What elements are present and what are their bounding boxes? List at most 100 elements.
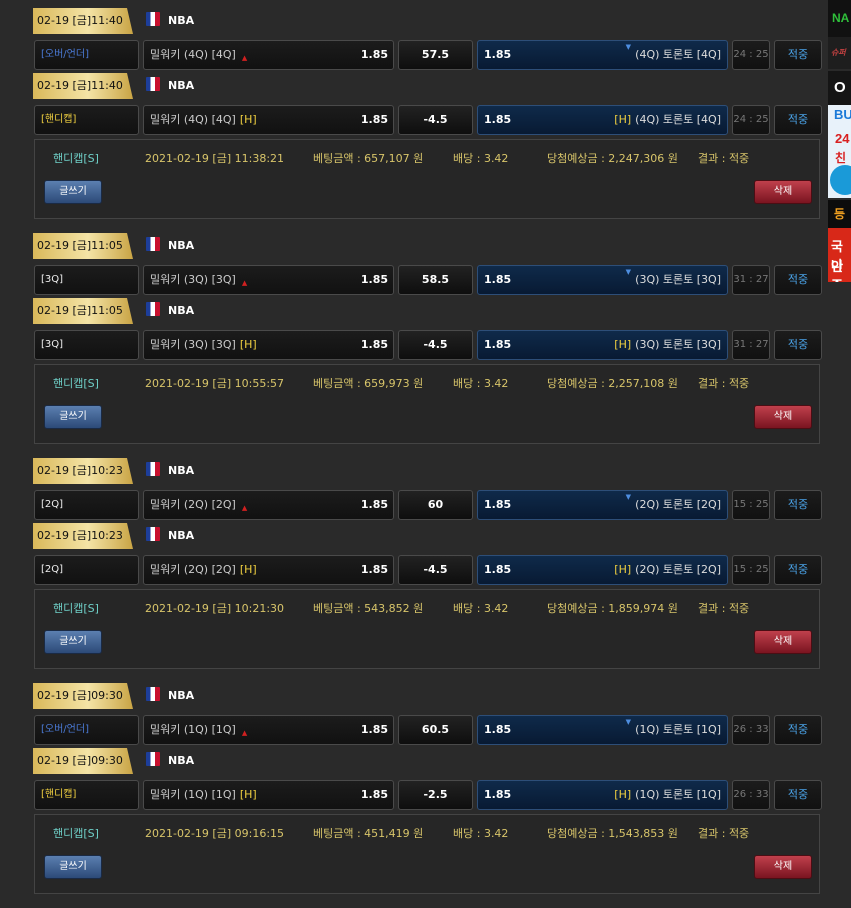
result-status: 적중: [774, 780, 822, 810]
away-team-cell[interactable]: 1.85 [H] (1Q) 토론토 [1Q]: [477, 780, 728, 810]
summary-result: 결과 : 적중: [698, 377, 750, 390]
side-banner-2-text: 슈퍼: [831, 48, 846, 57]
write-button[interactable]: 글쓰기: [44, 180, 102, 204]
home-team-name: 밀워키 (3Q) [3Q]: [150, 338, 236, 351]
away-team-name: (2Q) 토론토 [2Q]: [635, 498, 721, 511]
delete-button[interactable]: 삭제: [754, 180, 812, 204]
home-team-cell[interactable]: 밀워키 (2Q) [2Q] ▲ 1.85: [143, 490, 394, 520]
away-odds: 1.85: [484, 788, 512, 801]
side-banner-4[interactable]: BU 24 친추: [828, 105, 851, 198]
league-label: NBA: [146, 752, 194, 770]
away-team-label: [H] (3Q) 토론토 [3Q]: [614, 331, 721, 359]
bet-group: 02-19 [금]11:40 NBA [오버/언더] 밀워키 (4Q) [4Q] ▲ 1.…: [0, 8, 851, 233]
home-team-name: 밀워키 (2Q) [2Q]: [150, 563, 236, 576]
bet-group: 02-19 [금]11:05 NBA [3Q] 밀워키 (3Q) [3Q] ▲ 1.85 5…: [0, 233, 851, 458]
bet-type-cell: [오버/언더]: [34, 715, 139, 745]
league-name: NBA: [168, 14, 195, 27]
away-team-cell[interactable]: 1.85 [H] (2Q) 토론토 [2Q]: [477, 555, 728, 585]
home-team-cell[interactable]: 밀워키 (4Q) [4Q] ▲ 1.85: [143, 40, 394, 70]
home-odds: 1.85: [360, 498, 388, 511]
game-time: 31 : 27: [732, 265, 770, 295]
handicap-marker: [H]: [614, 338, 632, 351]
summary-odds: 배당 : 3.42: [453, 602, 509, 615]
away-team-cell[interactable]: 1.85 [H] (4Q) 토론토 [4Q]: [477, 105, 728, 135]
write-button[interactable]: 글쓰기: [44, 630, 102, 654]
up-arrow-icon: ▲: [241, 729, 248, 737]
handicap-marker: [H]: [614, 788, 632, 801]
summary-datetime: 2021-02-19 [금] 09:16:15: [145, 827, 285, 840]
summary-datetime: 2021-02-19 [금] 11:38:21: [145, 152, 285, 165]
delete-button[interactable]: 삭제: [754, 630, 812, 654]
delete-button[interactable]: 삭제: [754, 405, 812, 429]
line-value[interactable]: -4.5: [398, 330, 473, 360]
away-team-cell[interactable]: 1.85 ▼ (4Q) 토론토 [4Q]: [477, 40, 728, 70]
side-banner-1[interactable]: NA: [828, 0, 851, 37]
game-time: 24 : 25: [732, 40, 770, 70]
game-date-badge: 02-19 [금]11:40: [33, 73, 133, 99]
bet-summary: 핸디캡[S] 2021-02-19 [금] 09:16:15 베팅금액 : 451,…: [34, 814, 820, 894]
summary-datetime: 2021-02-19 [금] 10:55:57: [145, 377, 285, 390]
home-team-cell[interactable]: 밀워키 (4Q) [4Q] [H] 1.85: [143, 105, 394, 135]
game-date-badge: 02-19 [금]11:40: [33, 8, 133, 34]
side-banner-6[interactable]: 국나 인증: [828, 228, 851, 282]
away-team-name: (4Q) 토론토 [4Q]: [635, 48, 721, 61]
away-odds: 1.85: [484, 273, 512, 286]
away-team-name: (3Q) 토론토 [3Q]: [635, 273, 721, 286]
home-team-cell[interactable]: 밀워키 (3Q) [3Q] ▲ 1.85: [143, 265, 394, 295]
away-team-label: [H] (1Q) 토론토 [1Q]: [614, 781, 721, 809]
away-team-cell[interactable]: 1.85 [H] (3Q) 토론토 [3Q]: [477, 330, 728, 360]
up-arrow-icon: ▲: [241, 279, 248, 287]
down-arrow-icon: ▼: [625, 268, 631, 276]
delete-button[interactable]: 삭제: [754, 855, 812, 879]
bet-summary: 핸디캡[S] 2021-02-19 [금] 10:55:57 베팅금액 : 659,…: [34, 364, 820, 444]
side-banner-3[interactable]: O: [828, 71, 851, 105]
result-status: 적중: [774, 490, 822, 520]
home-team-cell[interactable]: 밀워키 (3Q) [3Q] [H] 1.85: [143, 330, 394, 360]
write-button[interactable]: 글쓰기: [44, 405, 102, 429]
bet-row: [핸디캡] 밀워키 (4Q) [4Q] [H] 1.85 -4.5 1.85 [H] (4Q)…: [0, 105, 851, 135]
summary-odds: 배당 : 3.42: [453, 827, 509, 840]
result-status: 적중: [774, 40, 822, 70]
line-value[interactable]: -2.5: [398, 780, 473, 810]
side-banner-5[interactable]: 등: [828, 200, 851, 228]
game-date-badge: 02-19 [금]09:30: [33, 683, 133, 709]
home-odds: 1.85: [360, 723, 388, 736]
handicap-marker: [H]: [239, 338, 257, 351]
nba-logo-icon: [146, 12, 160, 26]
league-label: NBA: [146, 302, 194, 320]
nba-logo-icon: [146, 237, 160, 251]
line-value[interactable]: 58.5: [398, 265, 473, 295]
game-date-badge: 02-19 [금]11:05: [33, 298, 133, 324]
bet-row: [2Q] 밀워키 (2Q) [2Q] ▲ 1.85 60 1.85 ▼ (2Q) 토론토 [2…: [0, 490, 851, 520]
game-time: 24 : 25: [732, 105, 770, 135]
side-banner-3-text: O: [834, 79, 846, 96]
line-value[interactable]: -4.5: [398, 555, 473, 585]
line-value[interactable]: 60.5: [398, 715, 473, 745]
home-team-cell[interactable]: 밀워키 (1Q) [1Q] ▲ 1.85: [143, 715, 394, 745]
side-banner-2[interactable]: 슈퍼: [828, 37, 851, 69]
result-status: 적중: [774, 715, 822, 745]
away-team-cell[interactable]: 1.85 ▼ (2Q) 토론토 [2Q]: [477, 490, 728, 520]
down-arrow-icon: ▼: [625, 718, 631, 726]
home-team-cell[interactable]: 밀워키 (1Q) [1Q] [H] 1.85: [143, 780, 394, 810]
home-team-name: 밀워키 (4Q) [4Q]: [150, 48, 236, 61]
write-button[interactable]: 글쓰기: [44, 855, 102, 879]
line-value[interactable]: 57.5: [398, 40, 473, 70]
bet-row: [오버/언더] 밀워키 (1Q) [1Q] ▲ 1.85 60.5 1.85 ▼ (1Q) 토…: [0, 715, 851, 745]
away-team-cell[interactable]: 1.85 ▼ (1Q) 토론토 [1Q]: [477, 715, 728, 745]
summary-result: 결과 : 적중: [698, 152, 750, 165]
away-team-label: (4Q) 토론토 [4Q]: [635, 41, 721, 69]
line-value[interactable]: 60: [398, 490, 473, 520]
league-label: NBA: [146, 77, 194, 95]
away-team-cell[interactable]: 1.85 ▼ (3Q) 토론토 [3Q]: [477, 265, 728, 295]
result-status: 적중: [774, 330, 822, 360]
side-banner-1-text: NA: [832, 11, 850, 25]
away-odds: 1.85: [484, 113, 512, 126]
line-value[interactable]: -4.5: [398, 105, 473, 135]
side-banner-6-line2: 인증: [831, 259, 843, 282]
handicap-marker: [H]: [239, 788, 257, 801]
home-team-cell[interactable]: 밀워키 (2Q) [2Q] [H] 1.85: [143, 555, 394, 585]
result-status: 적중: [774, 555, 822, 585]
bet-row: [핸디캡] 밀워키 (1Q) [1Q] [H] 1.85 -2.5 1.85 [H] (1Q)…: [0, 780, 851, 810]
bet-row: [3Q] 밀워키 (3Q) [3Q] ▲ 1.85 58.5 1.85 ▼ (3Q) 토론토 …: [0, 265, 851, 295]
